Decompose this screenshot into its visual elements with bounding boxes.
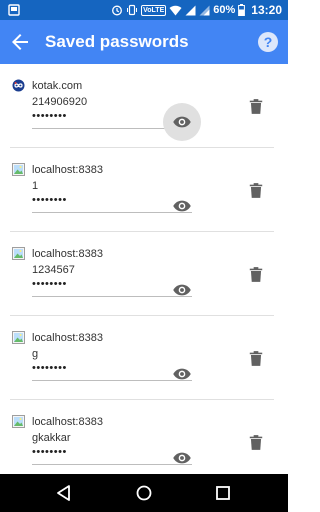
generic-site-icon <box>12 415 25 428</box>
back-arrow-icon[interactable] <box>8 30 32 54</box>
entry-password: •••••••• <box>32 278 67 290</box>
show-password-eye-icon[interactable] <box>170 362 194 386</box>
wifi-icon <box>169 5 182 15</box>
show-password-eye-icon[interactable] <box>170 278 194 302</box>
notification-icon <box>8 4 20 16</box>
entry-username: 1 <box>32 180 39 192</box>
kotak-site-icon <box>12 79 25 92</box>
entry-origin: kotak.com <box>32 80 83 92</box>
delete-trash-icon[interactable] <box>247 180 265 200</box>
nav-back-icon[interactable] <box>54 483 74 503</box>
entry-password: •••••••• <box>32 194 67 206</box>
password-underline <box>32 212 192 213</box>
entry-origin: localhost:8383 <box>32 416 103 428</box>
delete-trash-icon[interactable] <box>247 264 265 284</box>
saved-passwords-list: kotak.com 214906920 •••••••• localhost:8383… <box>0 64 288 474</box>
password-entry[interactable]: kotak.com 214906920 •••••••• <box>0 64 288 148</box>
entry-username: gkakkar <box>32 432 71 444</box>
generic-site-icon <box>12 331 25 344</box>
entry-password: •••••••• <box>32 446 67 458</box>
vibrate-icon <box>127 4 138 16</box>
generic-site-icon <box>12 247 25 260</box>
delete-trash-icon[interactable] <box>247 96 265 116</box>
show-password-eye-icon[interactable] <box>170 194 194 218</box>
battery-percent: 60% <box>213 4 236 16</box>
delete-trash-icon[interactable] <box>247 432 265 452</box>
volte-badge: VoLTE <box>141 4 167 16</box>
help-icon[interactable]: ? <box>258 32 278 52</box>
entry-password: •••••••• <box>32 362 67 374</box>
entry-origin: localhost:8383 <box>32 164 103 176</box>
battery-icon <box>238 4 246 16</box>
show-password-eye-icon[interactable] <box>163 103 201 141</box>
clock-time: 13:20 <box>251 3 282 17</box>
system-nav-bar <box>0 474 288 512</box>
password-entry[interactable]: localhost:8383 1 •••••••• <box>0 148 288 232</box>
delete-trash-icon[interactable] <box>247 348 265 368</box>
entry-origin: localhost:8383 <box>32 248 103 260</box>
password-entry[interactable]: localhost:8383 g •••••••• <box>0 316 288 400</box>
status-bar: VoLTE 60% 13:20 <box>0 0 288 20</box>
password-underline <box>32 296 192 297</box>
signal-icon <box>185 5 196 15</box>
password-entry[interactable]: localhost:8383 gkakkar •••••••• <box>0 400 288 474</box>
entry-username: 214906920 <box>32 96 88 108</box>
signal-2-icon <box>199 5 210 15</box>
password-underline <box>32 464 192 465</box>
alarm-icon <box>112 5 123 16</box>
generic-site-icon <box>12 163 25 176</box>
entry-password: •••••••• <box>32 110 67 122</box>
password-entry[interactable]: localhost:8383 1234567 •••••••• <box>0 232 288 316</box>
entry-username: g <box>32 348 39 360</box>
nav-home-icon[interactable] <box>134 483 154 503</box>
entry-origin: localhost:8383 <box>32 332 103 344</box>
nav-recents-icon[interactable] <box>213 483 233 503</box>
entry-username: 1234567 <box>32 264 75 276</box>
page-title: Saved passwords <box>45 32 189 51</box>
app-toolbar: Saved passwords ? <box>0 20 288 64</box>
show-password-eye-icon[interactable] <box>170 446 194 470</box>
password-underline <box>32 380 192 381</box>
